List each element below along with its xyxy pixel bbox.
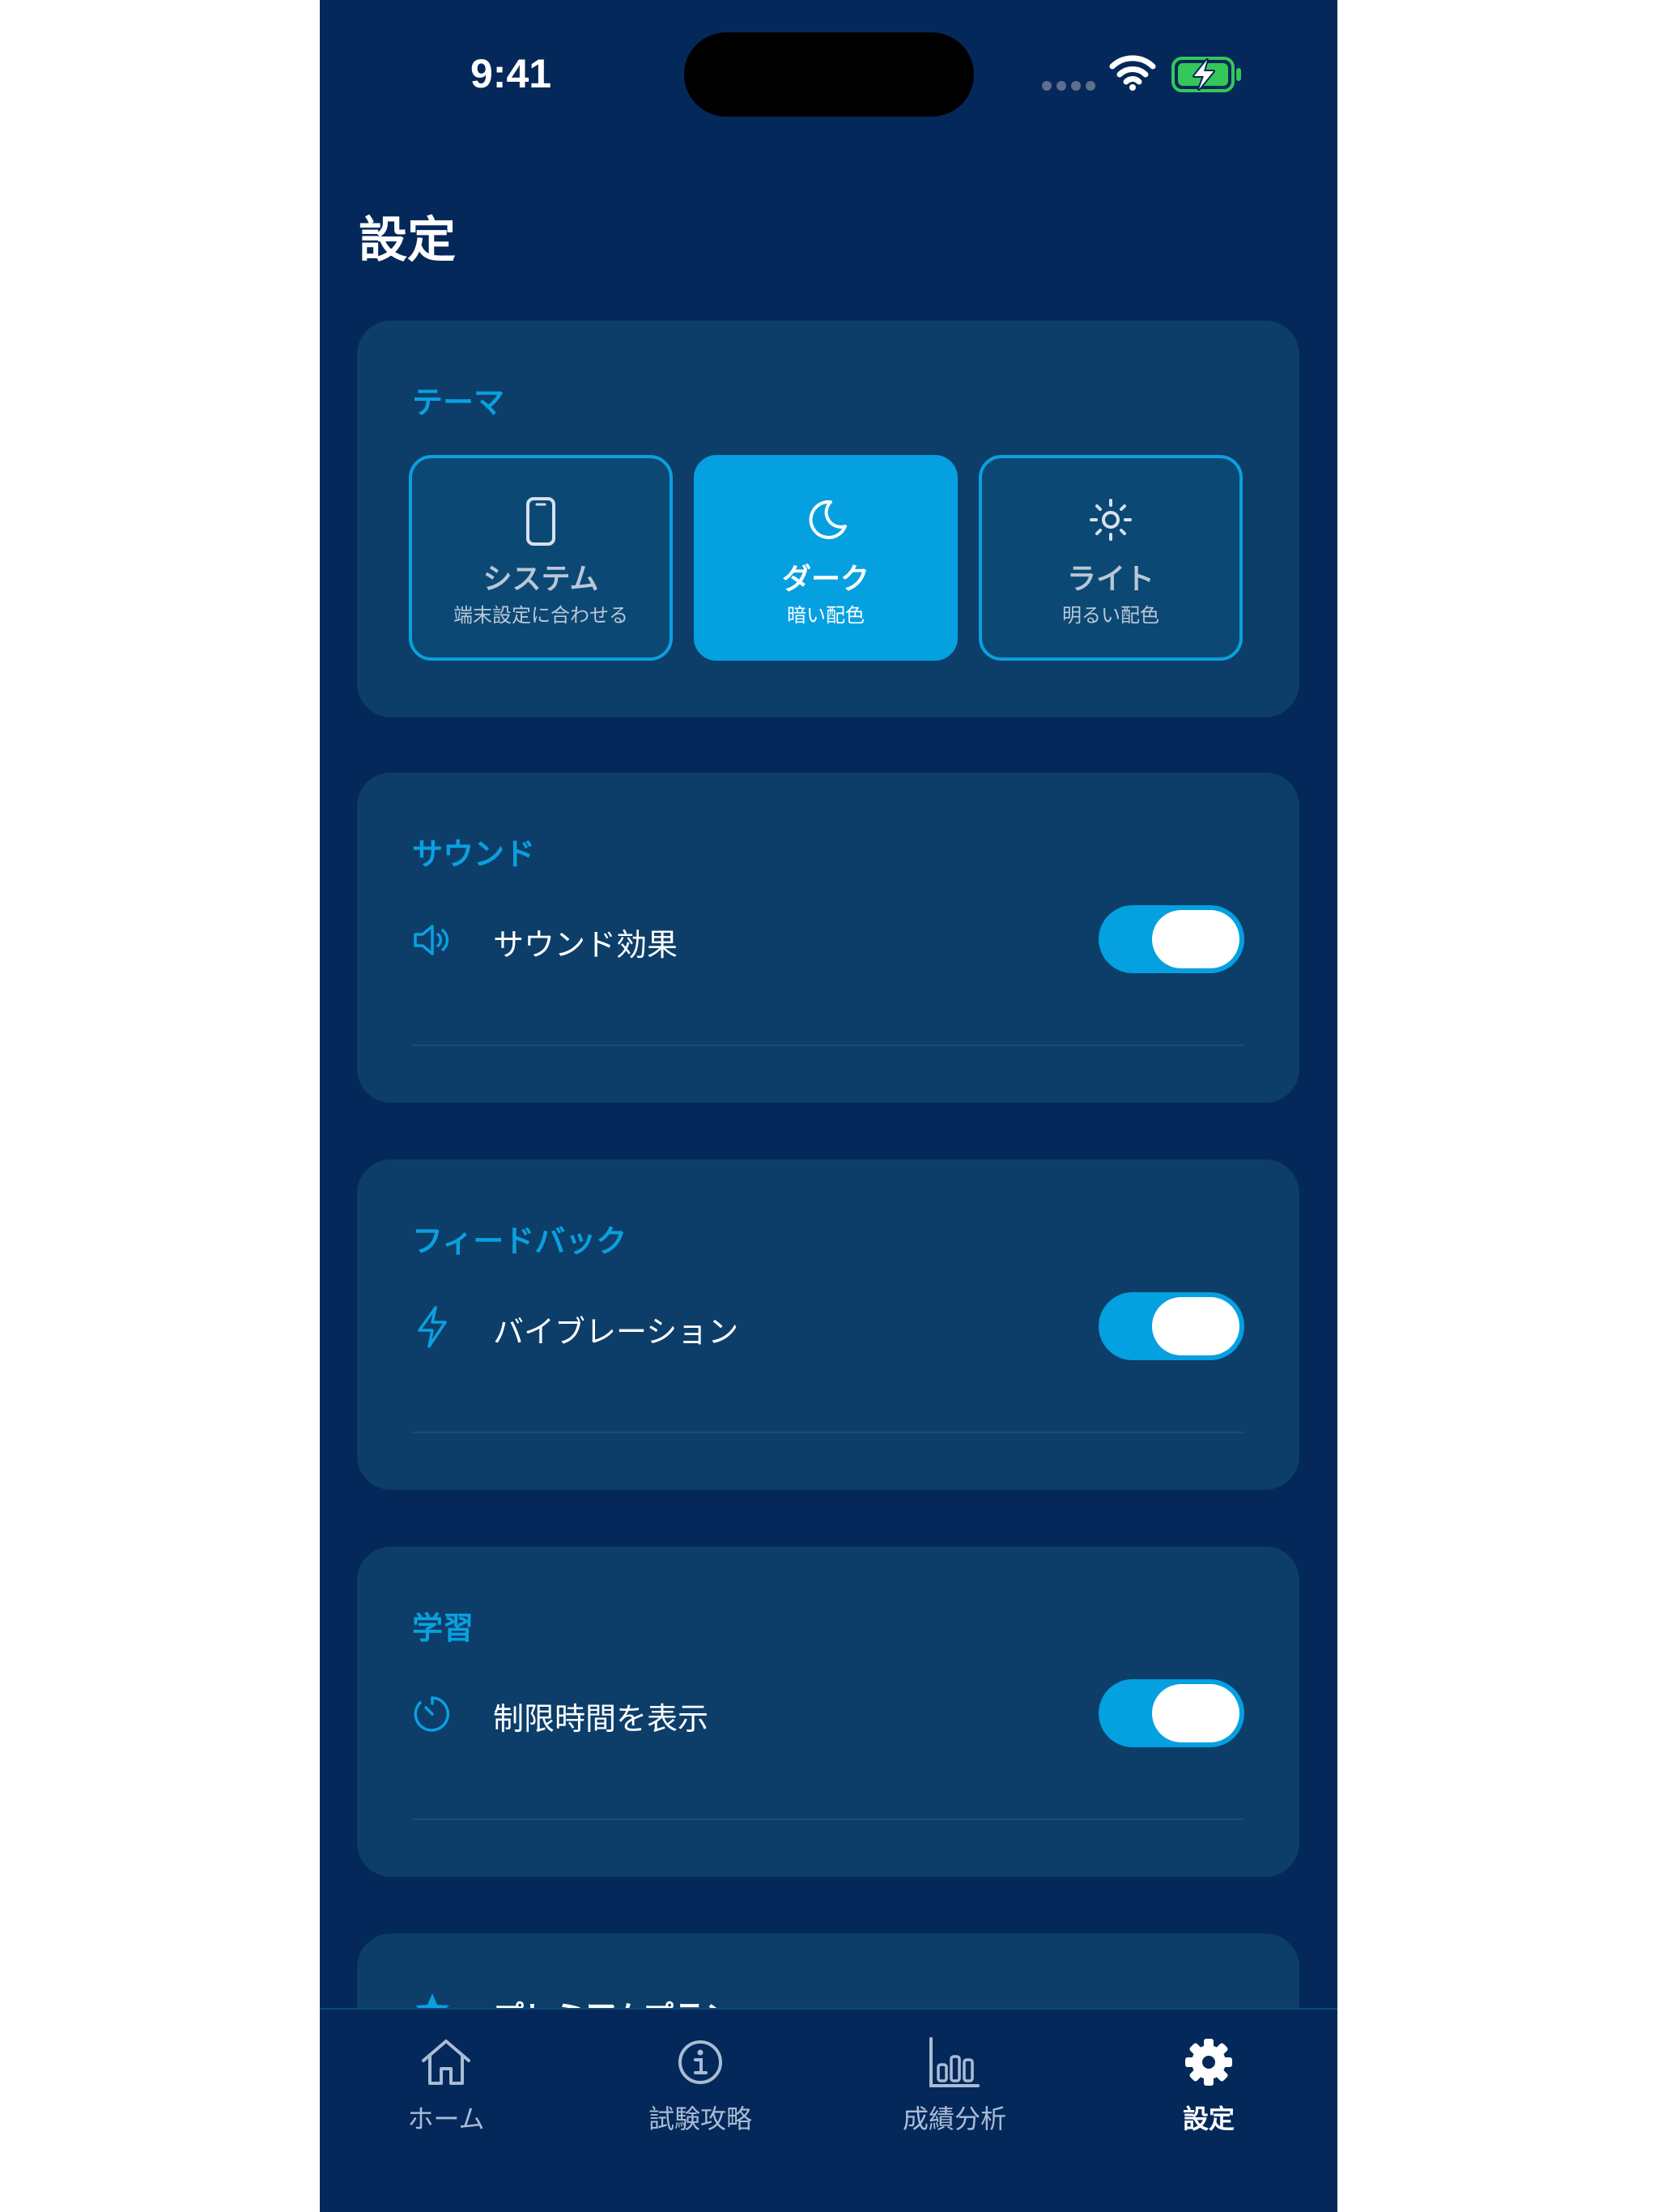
sound-effects-label: サウンド効果	[493, 927, 678, 963]
tab-bar: ホーム 試験攻略 成績分析 設定	[320, 2008, 1337, 2212]
study-section-title: 学習	[412, 1610, 474, 1646]
theme-option-dark[interactable]: ダーク 暗い配色	[694, 455, 958, 661]
tab-label: 設定	[1182, 2104, 1235, 2134]
time-limit-label: 制限時間を表示	[493, 1701, 709, 1737]
phone-screen: 9:41 設定 テーマ システム 端末設定に合わせる ダーク 暗い配色 ライト …	[320, 0, 1337, 2212]
cellular-signal-icon	[1042, 81, 1097, 91]
feedback-card: フィードバック バイブレーション	[357, 1159, 1299, 1490]
phone-icon	[526, 497, 555, 546]
gear-icon	[1185, 2039, 1232, 2086]
study-card: 学習 制限時間を表示	[357, 1546, 1299, 1877]
theme-option-label: ライト	[1066, 563, 1154, 596]
row-divider	[412, 1044, 1244, 1046]
vibration-label: バイブレーション	[493, 1314, 739, 1350]
theme-option-system[interactable]: システム 端末設定に合わせる	[409, 455, 673, 661]
sun-icon	[1090, 499, 1132, 541]
sound-effects-toggle[interactable]	[1099, 905, 1244, 973]
tab-label: ホーム	[407, 2104, 485, 2134]
bar-chart-icon	[929, 2037, 980, 2087]
home-icon	[422, 2040, 470, 2085]
timer-icon	[414, 1696, 449, 1732]
dynamic-island	[684, 32, 974, 117]
theme-option-light[interactable]: ライト 明るい配色	[979, 455, 1243, 661]
theme-card: テーマ システム 端末設定に合わせる ダーク 暗い配色 ライト 明るい配色	[357, 321, 1299, 717]
theme-option-label: システム	[483, 563, 599, 596]
tab-exam-strategy[interactable]: 試験攻略	[619, 2026, 781, 2147]
sound-section-title: サウンド	[412, 836, 536, 872]
tab-home[interactable]: ホーム	[365, 2026, 527, 2147]
status-bar: 9:41	[320, 0, 1337, 146]
row-divider	[412, 1431, 1244, 1433]
theme-section-title: テーマ	[412, 385, 505, 420]
moon-icon	[809, 500, 847, 539]
feedback-section-title: フィードバック	[412, 1223, 627, 1259]
tab-settings[interactable]: 設定	[1128, 2026, 1290, 2147]
speaker-icon	[414, 925, 449, 955]
info-icon	[678, 2040, 722, 2084]
battery-charging-icon	[1171, 57, 1241, 92]
tab-label: 試験攻略	[648, 2104, 752, 2134]
status-time: 9:41	[470, 51, 552, 96]
wifi-icon	[1109, 55, 1156, 91]
time-limit-toggle[interactable]	[1099, 1679, 1244, 1747]
page-title: 設定	[359, 212, 456, 269]
sound-card: サウンド サウンド効果	[357, 772, 1299, 1103]
row-divider	[412, 1819, 1244, 1820]
tab-label: 成績分析	[902, 2104, 1006, 2134]
vibration-toggle[interactable]	[1099, 1292, 1244, 1360]
bolt-icon	[418, 1306, 447, 1348]
theme-option-subtitle: 暗い配色	[787, 604, 865, 627]
theme-option-subtitle: 明るい配色	[1062, 604, 1159, 627]
tab-performance[interactable]: 成績分析	[874, 2026, 1035, 2147]
theme-option-label: ダーク	[781, 563, 869, 596]
theme-option-subtitle: 端末設定に合わせる	[453, 604, 628, 627]
